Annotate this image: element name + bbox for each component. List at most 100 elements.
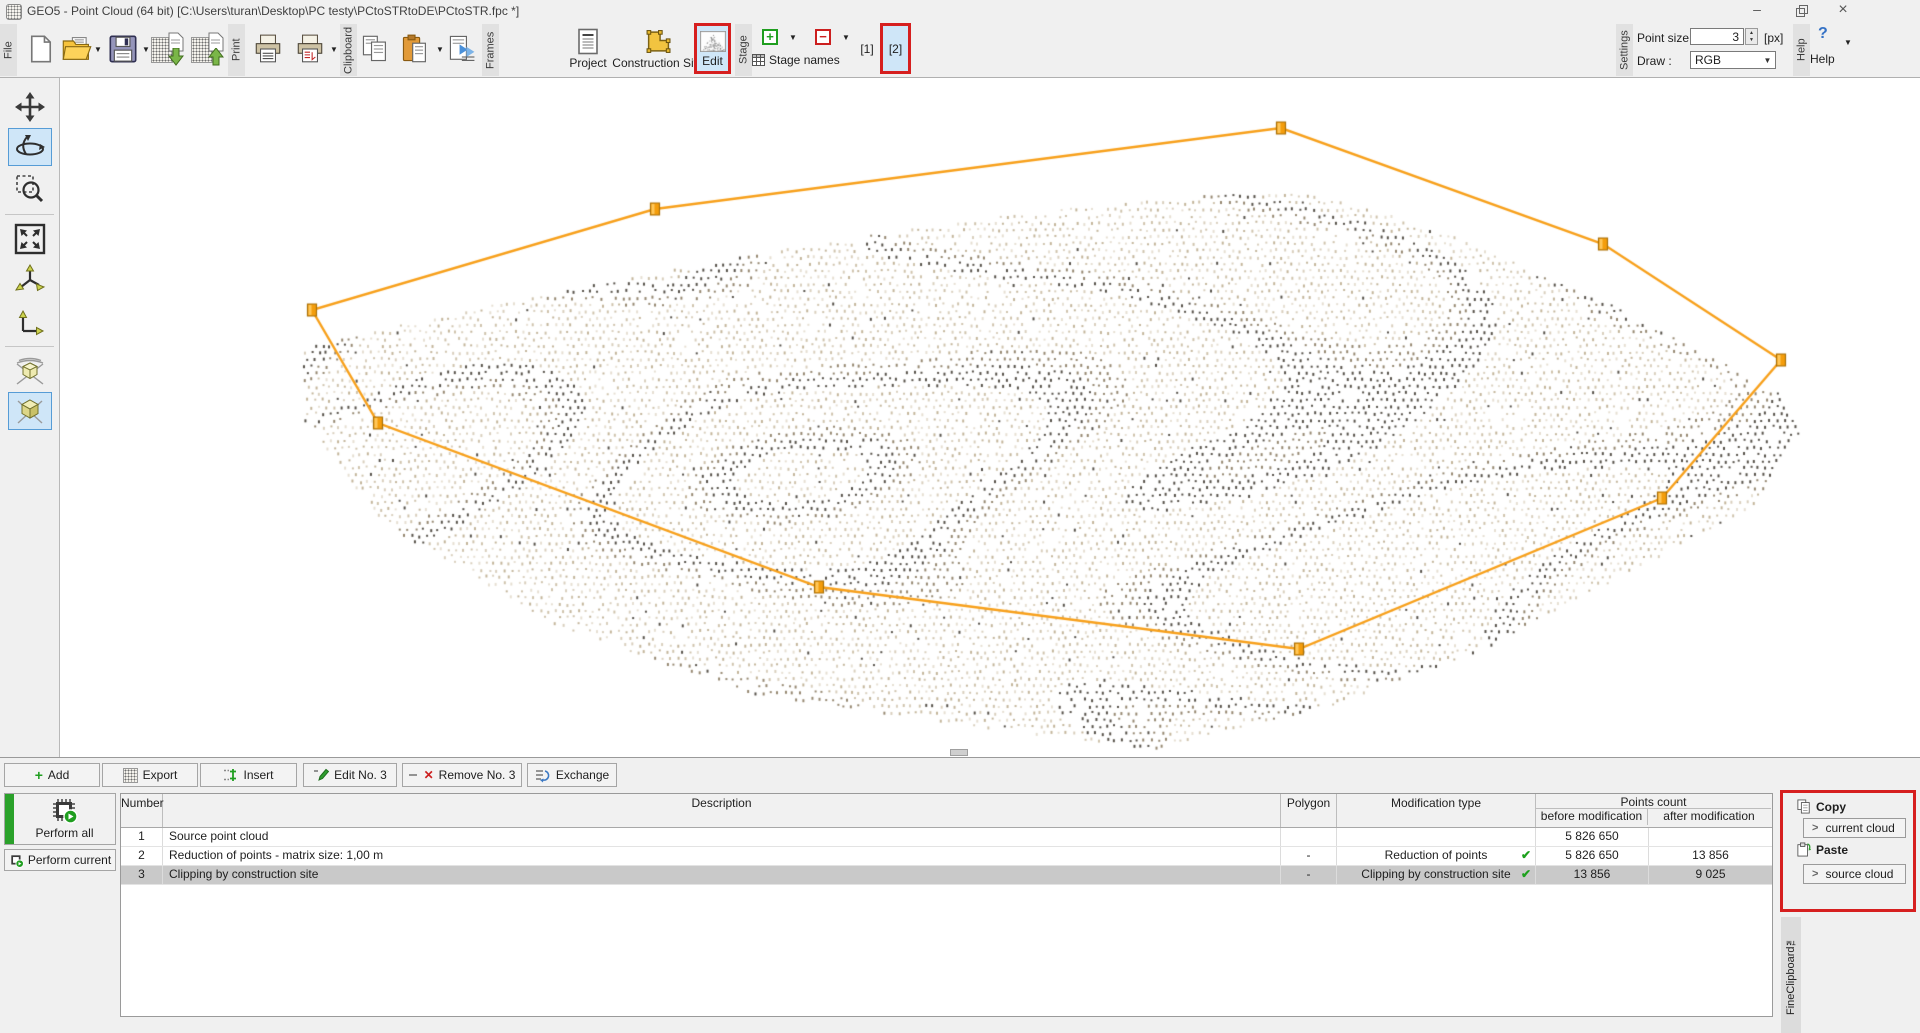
table-row[interactable]: 2Reduction of points - matrix size: 1,00… [121, 847, 1772, 866]
zoom-window-icon [15, 174, 45, 204]
table-cell: Clipping by construction site✔ [1337, 866, 1536, 884]
help-icon[interactable]: ? [1818, 25, 1828, 43]
progress-bar [5, 794, 14, 844]
print-button[interactable] [249, 30, 287, 68]
file-group-tab: File [0, 24, 17, 76]
frame-construction-site-button[interactable]: Construction Site [612, 24, 704, 76]
table-row[interactable]: 3Clipping by construction site-Clipping … [121, 866, 1772, 885]
stage-names-button[interactable]: Stage names [752, 53, 840, 67]
table-row[interactable]: 1Source point cloud5 826 650 [121, 828, 1772, 847]
paste-dropdown-arrow[interactable]: ▼ [436, 45, 444, 54]
help-group-tab: Help [1793, 24, 1810, 76]
print-preview-icon [447, 33, 479, 65]
export-point-cloud-button[interactable] [190, 30, 228, 68]
new-file-button[interactable] [22, 30, 60, 68]
exchange-button[interactable]: Exchange [527, 763, 617, 787]
column-header-points-count: Points count before modification after m… [1536, 794, 1771, 827]
paste-label: Paste [1816, 843, 1848, 857]
help-dropdown-arrow[interactable]: ▼ [1844, 38, 1852, 47]
add-stage-button[interactable]: + [762, 29, 778, 45]
edit-point-cloud-icon [700, 31, 726, 52]
perform-current-label: Perform current [28, 853, 111, 867]
axonometry-axes-icon [14, 263, 46, 295]
export-button[interactable]: Export [102, 763, 198, 787]
help-button[interactable]: Help [1810, 52, 1835, 66]
point-size-input[interactable]: 3 [1690, 28, 1744, 45]
frame-project-label: Project [569, 56, 606, 70]
remove-stage-dropdown-arrow[interactable]: ▼ [842, 33, 850, 42]
print-view-button[interactable] [291, 30, 329, 68]
fineclipboard-panel-highlight: Copy > current cloud Paste > source clou… [1780, 790, 1916, 912]
draw-select-value: RGB [1691, 53, 1760, 67]
check-icon: ✔ [1521, 847, 1531, 864]
table-cell: 3 [121, 866, 163, 884]
print-preview-button[interactable] [444, 30, 482, 68]
save-dropdown-arrow[interactable]: ▼ [142, 45, 150, 54]
table-cell: 5 826 650 [1536, 847, 1649, 865]
zoom-window-tool-button[interactable] [8, 170, 52, 208]
copy-icon [1797, 799, 1811, 814]
stage-1-tab[interactable]: [1] [856, 42, 878, 56]
table-cell: Reduction of points - matrix size: 1,00 … [163, 847, 1281, 865]
perspective-view-button[interactable] [8, 352, 52, 390]
front-view-button[interactable] [8, 304, 52, 342]
frame-edit-label: Edit [702, 54, 723, 68]
frame-project-button[interactable]: Project [560, 24, 616, 76]
table-cell: 1 [121, 828, 163, 846]
remove-row-button-label: Remove No. 3 [439, 768, 516, 782]
axonometry-view-button[interactable] [8, 260, 52, 298]
perform-current-button[interactable]: Perform current [4, 849, 116, 871]
insert-button[interactable]: Insert [200, 763, 297, 787]
table-header: Number Description Polygon Modification … [121, 794, 1772, 828]
open-dropdown-arrow[interactable]: ▼ [94, 45, 102, 54]
point-cloud-viewport[interactable] [60, 78, 1920, 757]
copy-current-cloud-button[interactable]: > current cloud [1803, 818, 1906, 838]
column-header-modification-type: Modification type [1337, 794, 1536, 827]
import-point-cloud-button[interactable] [150, 30, 188, 68]
frame-edit-button[interactable]: Edit [697, 26, 728, 71]
exchange-icon [535, 768, 551, 783]
rotate-orbit-icon [13, 132, 47, 162]
perform-all-label: Perform all [35, 826, 93, 840]
fit-to-window-tool-button[interactable] [8, 220, 52, 258]
table-cell: 9 025 [1649, 866, 1772, 884]
remove-stage-button[interactable]: − [815, 29, 831, 45]
remove-row-button[interactable]: ✕ Remove No. 3 [402, 763, 522, 787]
stage-2-tab[interactable]: [2] [880, 23, 911, 74]
spinner-down-icon: ▼ [1749, 37, 1754, 43]
draw-select[interactable]: RGB ▼ [1690, 51, 1776, 69]
export-button-label: Export [143, 768, 178, 782]
pan-tool-button[interactable] [8, 88, 52, 126]
add-button[interactable]: + Add [4, 763, 100, 787]
perform-all-button[interactable]: Perform all [4, 793, 116, 845]
save-file-button[interactable] [104, 30, 142, 68]
table-cell [1649, 828, 1772, 846]
edit-row-button[interactable]: Edit No. 3 [303, 763, 397, 787]
point-cloud-mini-icon [123, 768, 138, 783]
restore-button[interactable] [1783, 0, 1817, 22]
add-stage-dropdown-arrow[interactable]: ▼ [789, 33, 797, 42]
construction-site-icon [644, 29, 672, 54]
open-file-button[interactable] [58, 30, 96, 68]
paste-source-cloud-button[interactable]: > source cloud [1803, 864, 1906, 884]
horizontal-scrollbar-thumb[interactable] [950, 749, 968, 756]
table-cell: Source point cloud [163, 828, 1281, 846]
app-icon [6, 4, 22, 20]
axonometric-view-button[interactable] [8, 392, 52, 430]
copy-icon [360, 33, 390, 65]
chevron-right-icon: > [1812, 822, 1818, 834]
paste-button[interactable] [396, 30, 434, 68]
minimize-button[interactable]: – [1740, 0, 1774, 22]
close-button[interactable]: × [1826, 0, 1860, 22]
modifications-table: Number Description Polygon Modification … [120, 793, 1773, 1017]
table-cell [1337, 828, 1536, 846]
copy-picture-button[interactable] [356, 30, 394, 68]
print-dropdown-arrow[interactable]: ▼ [330, 45, 338, 54]
clipboard-group-tab: Clipboard [340, 24, 357, 76]
point-size-spinner[interactable]: ▲▼ [1745, 28, 1758, 45]
rotate-tool-button[interactable] [8, 128, 52, 166]
table-body: 1Source point cloud5 826 6502Reduction o… [121, 828, 1772, 885]
point-cloud-canvas[interactable] [60, 78, 1920, 757]
chevron-down-icon: ▼ [1760, 56, 1775, 65]
insert-icon [223, 768, 238, 782]
